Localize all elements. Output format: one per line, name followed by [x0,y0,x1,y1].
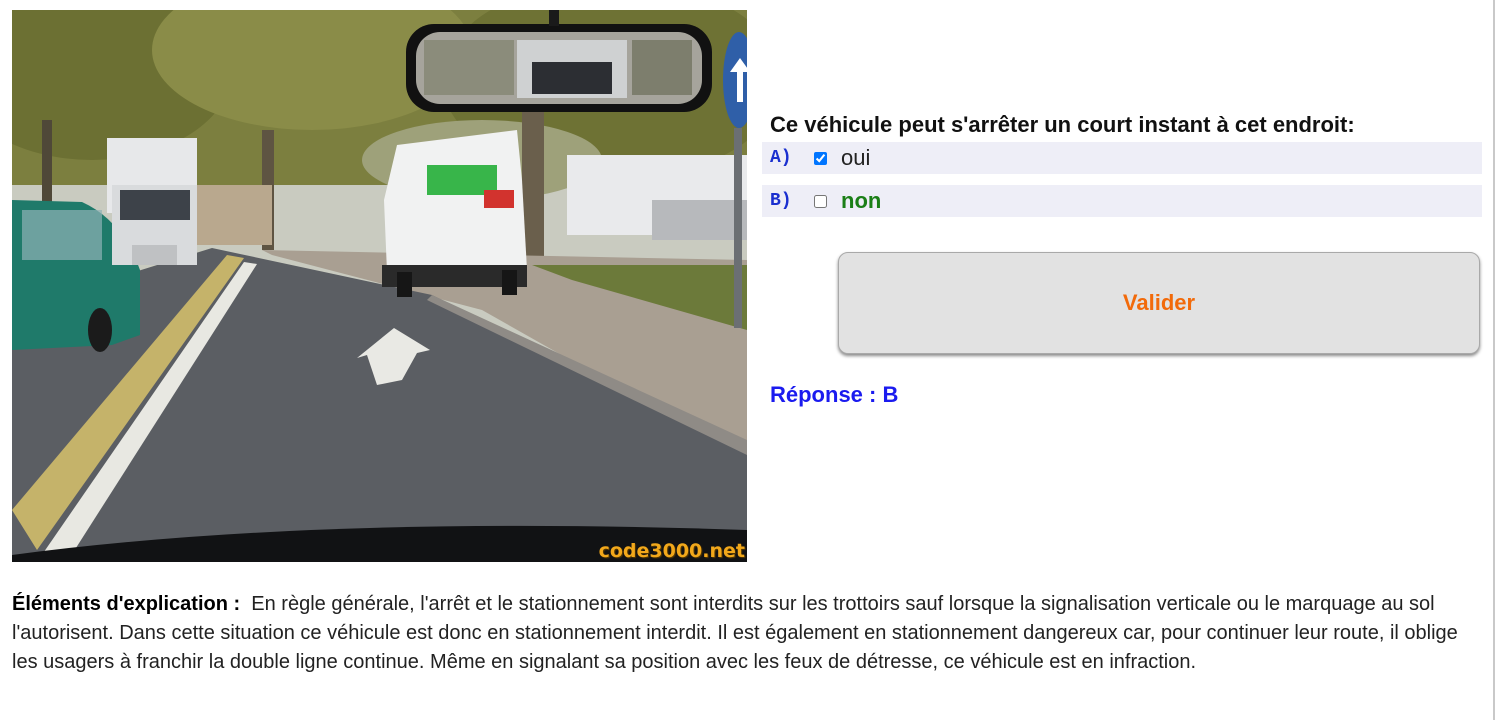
question-text: Ce véhicule peut s'arrêter un court inst… [770,112,1355,137]
answer-letter-a: A) [770,148,792,168]
answer-b-label[interactable]: non [841,188,881,214]
watermark-logo: code3000.net [598,540,745,562]
road-scene-illustration [12,10,747,562]
answer-b-checkbox[interactable] [814,194,827,208]
explanation-label: Éléments d'explication : [12,593,241,615]
page-edge-divider [1493,0,1495,720]
answer-row-b[interactable]: B) non [762,185,1482,217]
answer-a-label[interactable]: oui [841,145,870,171]
answer-a-checkbox[interactable] [814,151,827,165]
answer-letter-b: B) [770,191,792,211]
answer-row-a[interactable]: A) oui [762,142,1482,174]
driving-scene-photo: code3000.net [12,10,747,562]
validate-button[interactable]: Valider [838,252,1480,354]
explanation-paragraph: Éléments d'explication : En règle généra… [12,590,1472,677]
tree-trunk [42,120,52,210]
correct-response: Réponse : B [770,382,899,407]
